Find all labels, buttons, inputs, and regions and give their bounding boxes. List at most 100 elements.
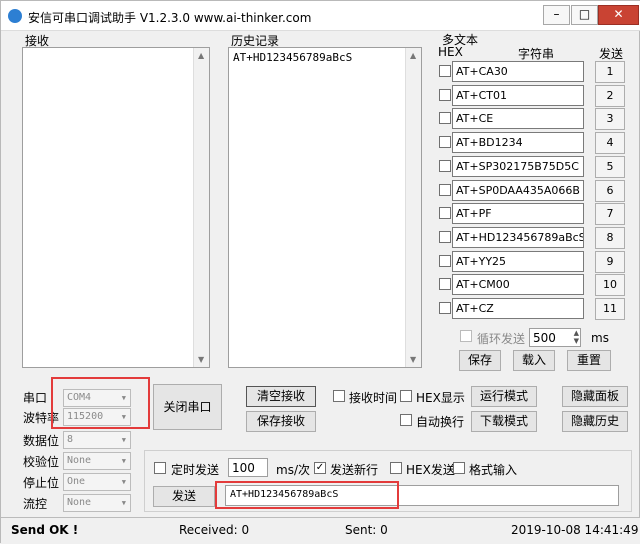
- hex-checkbox[interactable]: [439, 65, 451, 77]
- send-row-button[interactable]: 1: [595, 61, 625, 83]
- hex-checkbox[interactable]: [439, 160, 451, 172]
- scroll-down-icon[interactable]: ▼: [198, 355, 204, 364]
- hex-checkbox[interactable]: [439, 278, 451, 290]
- send-row-button[interactable]: 11: [595, 298, 625, 320]
- hex-checkbox[interactable]: [439, 89, 451, 101]
- dropdown-arrow-icon: ▼: [122, 436, 126, 444]
- hex-column-header: HEX: [438, 45, 463, 59]
- databits-label: 数据位: [23, 432, 59, 449]
- loop-unit-label: ms: [591, 331, 609, 345]
- hex-send-checkbox[interactable]: [390, 462, 402, 474]
- close-port-button[interactable]: 关闭串口: [153, 384, 222, 430]
- app-logo-icon: [8, 9, 22, 23]
- send-row-button[interactable]: 7: [595, 203, 625, 225]
- multi-text-row: AT+CA30 1: [439, 61, 629, 83]
- format-input-checkbox[interactable]: [453, 462, 465, 474]
- history-item[interactable]: AT+HD123456789aBcS: [233, 51, 352, 64]
- send-row-button[interactable]: 5: [595, 156, 625, 178]
- multi-text-input[interactable]: AT+PF: [452, 203, 584, 224]
- hex-checkbox[interactable]: [439, 207, 451, 219]
- stopbits-label: 停止位: [23, 474, 59, 491]
- send-row-button[interactable]: 8: [595, 227, 625, 249]
- port-label: 串口: [23, 389, 47, 406]
- spin-arrows-icon[interactable]: ▲▼: [574, 329, 579, 345]
- multi-text-input[interactable]: AT+CT01: [452, 85, 584, 106]
- save-receive-button[interactable]: 保存接收: [246, 411, 316, 432]
- minimize-button[interactable]: –: [543, 5, 570, 25]
- send-row-button[interactable]: 6: [595, 180, 625, 202]
- loop-interval-value: 500: [533, 331, 556, 345]
- multi-text-input[interactable]: AT+SP0DAA435A066B: [452, 180, 584, 201]
- hex-checkbox[interactable]: [439, 136, 451, 148]
- clear-receive-button[interactable]: 清空接收: [246, 386, 316, 407]
- flow-value: None: [67, 497, 91, 508]
- highlight-box: [51, 377, 150, 429]
- flow-label: 流控: [23, 495, 47, 512]
- status-datetime: 2019-10-08 14:41:49: [511, 523, 638, 537]
- hide-history-button[interactable]: 隐藏历史: [562, 411, 628, 432]
- dropdown-arrow-icon: ▼: [122, 478, 126, 486]
- hex-send-label: HEX发送: [406, 461, 455, 478]
- auto-wrap-checkbox[interactable]: [400, 414, 412, 426]
- stopbits-select[interactable]: One▼: [63, 473, 131, 491]
- parity-select[interactable]: None▼: [63, 452, 131, 470]
- run-mode-button[interactable]: 运行模式: [471, 386, 537, 407]
- multi-text-row: AT+CE 3: [439, 108, 629, 130]
- string-column-header: 字符串: [518, 45, 554, 62]
- parity-label: 校验位: [23, 453, 59, 470]
- databits-value: 8: [67, 434, 73, 445]
- interval-unit-label: ms/次: [276, 461, 310, 478]
- loop-send-checkbox[interactable]: [460, 330, 472, 342]
- status-bar: Send OK ! Received: 0 Sent: 0 2019-10-08…: [1, 517, 640, 544]
- reset-multi-button[interactable]: 重置: [567, 350, 611, 371]
- send-row-button[interactable]: 9: [595, 251, 625, 273]
- flow-select[interactable]: None▼: [63, 494, 131, 512]
- close-window-button[interactable]: ✕: [598, 5, 639, 25]
- history-scrollbar[interactable]: ▲ ▼: [405, 48, 421, 367]
- receive-scrollbar[interactable]: ▲ ▼: [193, 48, 209, 367]
- multi-text-input[interactable]: AT+BD1234: [452, 132, 584, 153]
- load-multi-button[interactable]: 载入: [513, 350, 555, 371]
- hex-checkbox[interactable]: [439, 112, 451, 124]
- hex-checkbox[interactable]: [439, 184, 451, 196]
- parity-value: None: [67, 455, 91, 466]
- multi-text-input[interactable]: AT+SP302175B75D5C: [452, 156, 584, 177]
- maximize-button[interactable]: □: [571, 5, 598, 25]
- send-row-button[interactable]: 10: [595, 274, 625, 296]
- hide-panel-button[interactable]: 隐藏面板: [562, 386, 628, 407]
- send-row-button[interactable]: 3: [595, 108, 625, 130]
- download-mode-button[interactable]: 下载模式: [471, 411, 537, 432]
- hex-checkbox[interactable]: [439, 231, 451, 243]
- multi-text-input[interactable]: AT+CE: [452, 108, 584, 129]
- sent-count: Sent: 0: [345, 523, 388, 537]
- multi-text-input[interactable]: AT+HD123456789aBcS: [452, 227, 584, 248]
- receive-area[interactable]: ▲ ▼: [22, 47, 210, 368]
- scroll-up-icon[interactable]: ▲: [198, 51, 204, 60]
- databits-select[interactable]: 8▼: [63, 431, 131, 449]
- hex-display-checkbox[interactable]: [400, 390, 412, 402]
- multi-text-row: AT+SP302175B75D5C 5: [439, 156, 629, 178]
- hex-checkbox[interactable]: [439, 255, 451, 267]
- multi-text-input[interactable]: AT+CM00: [452, 274, 584, 295]
- app-window: 安信可串口调试助手 V1.2.3.0 www.ai-thinker.com – …: [0, 0, 640, 543]
- scroll-up-icon[interactable]: ▲: [410, 51, 416, 60]
- history-list[interactable]: AT+HD123456789aBcS ▲ ▼: [228, 47, 422, 368]
- hex-checkbox[interactable]: [439, 302, 451, 314]
- received-count: Received: 0: [179, 523, 249, 537]
- save-multi-button[interactable]: 保存: [459, 350, 501, 371]
- multi-text-input[interactable]: AT+CA30: [452, 61, 584, 82]
- status-message: Send OK !: [11, 523, 78, 537]
- interval-input[interactable]: 100: [228, 458, 268, 477]
- loop-interval-input[interactable]: 500 ▲▼: [529, 328, 581, 347]
- send-newline-checkbox[interactable]: ✓: [314, 462, 326, 474]
- multi-text-input[interactable]: AT+CZ: [452, 298, 584, 319]
- multi-text-row: AT+CZ 11: [439, 298, 629, 320]
- scroll-down-icon[interactable]: ▼: [410, 355, 416, 364]
- recv-time-checkbox[interactable]: [333, 390, 345, 402]
- timed-send-checkbox[interactable]: [154, 462, 166, 474]
- multi-text-input[interactable]: AT+YY25: [452, 251, 584, 272]
- recv-time-label: 接收时间: [349, 389, 397, 406]
- send-row-button[interactable]: 2: [595, 85, 625, 107]
- send-row-button[interactable]: 4: [595, 132, 625, 154]
- send-button[interactable]: 发送: [153, 486, 215, 507]
